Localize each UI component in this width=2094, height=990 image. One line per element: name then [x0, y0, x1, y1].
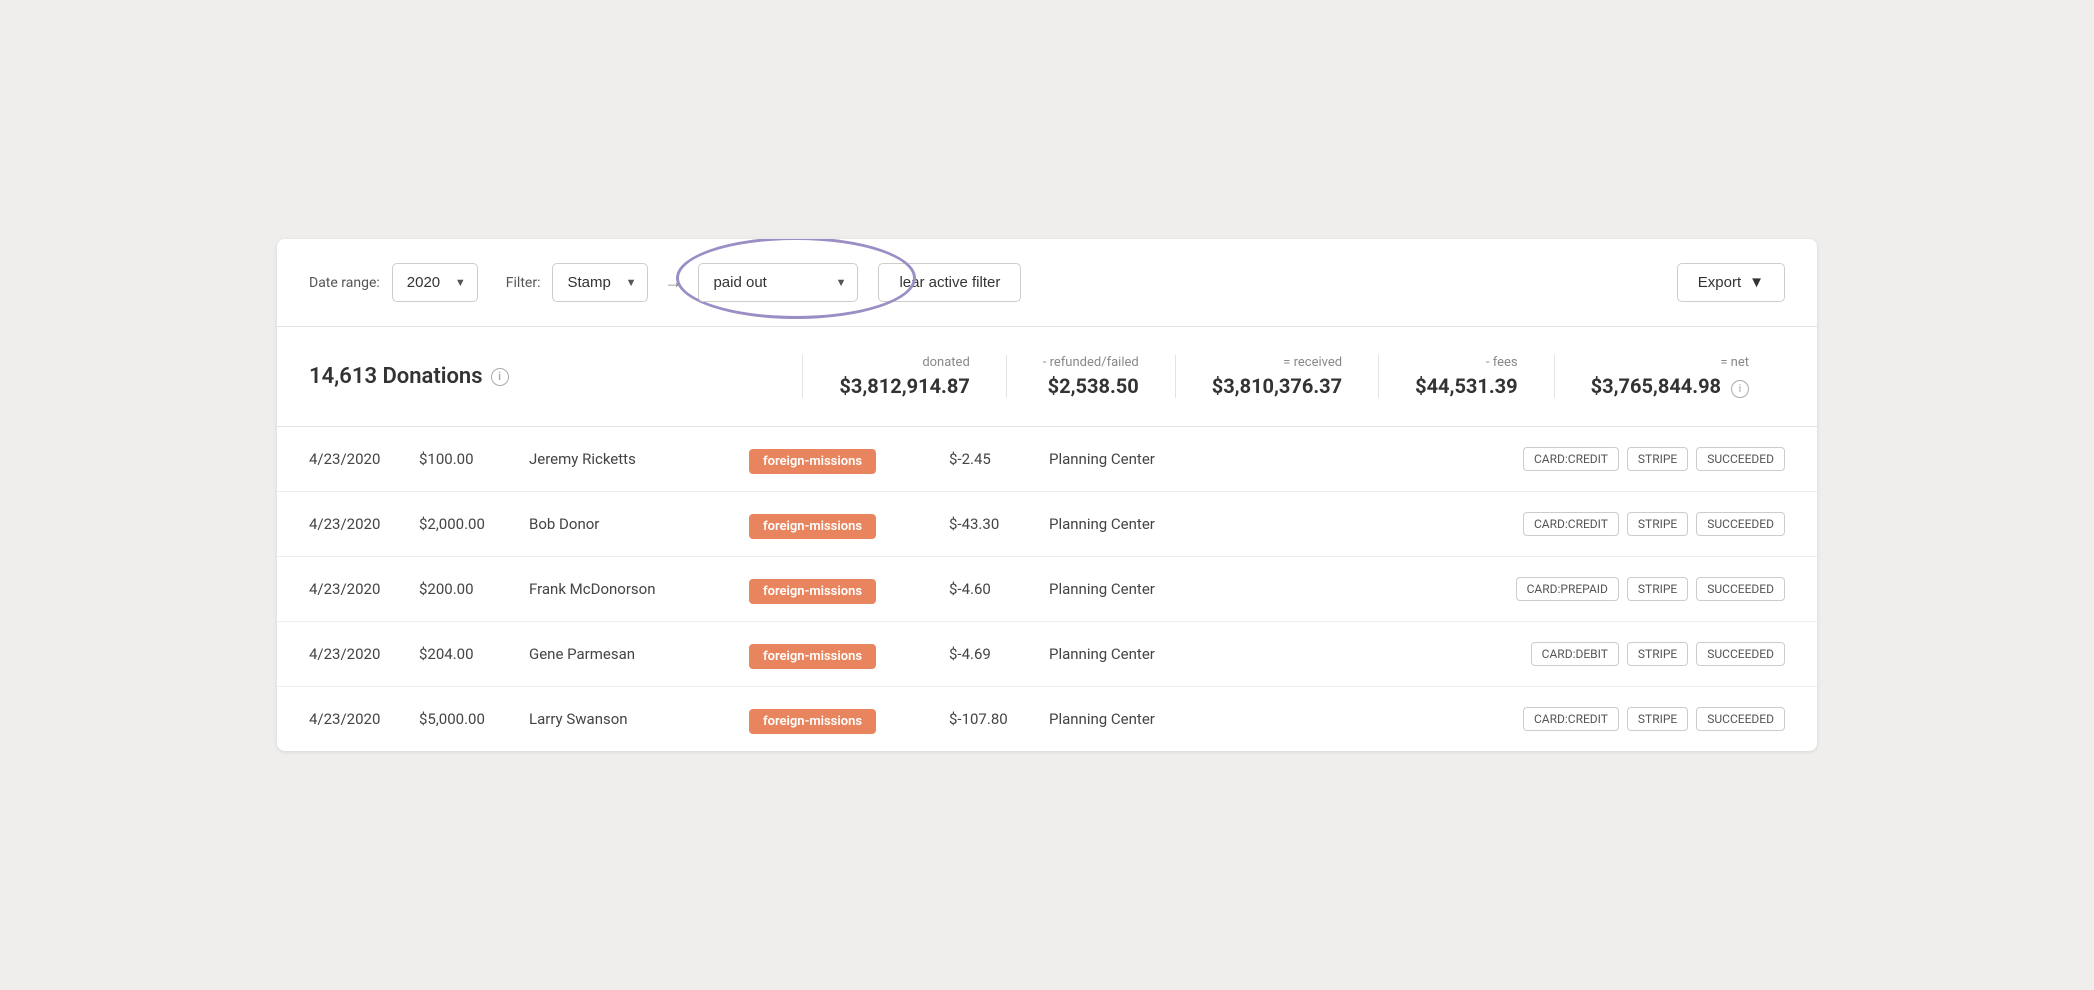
row-fund: foreign-missions	[749, 450, 949, 469]
row-source: Planning Center	[1049, 710, 1229, 728]
table-row[interactable]: 4/23/2020 $100.00 Jeremy Ricketts foreig…	[277, 427, 1817, 492]
refunded-value: $2,538.50	[1048, 374, 1139, 398]
row-date: 4/23/2020	[309, 580, 419, 598]
row-date: 4/23/2020	[309, 710, 419, 728]
net-label: = net	[1591, 355, 1749, 370]
row-tags: CARD:CREDIT STRIPE SUCCEEDED	[1229, 707, 1785, 731]
row-amount: $2,000.00	[419, 515, 529, 533]
row-source: Planning Center	[1049, 645, 1229, 663]
date-range-label: Date range:	[309, 275, 380, 291]
row-fee: $-4.69	[949, 645, 1049, 663]
tag-badge: STRIPE	[1627, 642, 1688, 666]
filter-field-select[interactable]: Stamp Date Fund	[552, 263, 648, 302]
row-name: Jeremy Ricketts	[529, 450, 749, 468]
row-source: Planning Center	[1049, 515, 1229, 533]
row-amount: $204.00	[419, 645, 529, 663]
net-value: $3,765,844.98	[1591, 374, 1721, 398]
donated-value: $3,812,914.87	[839, 374, 969, 398]
table-row[interactable]: 4/23/2020 $5,000.00 Larry Swanson foreig…	[277, 687, 1817, 751]
row-tags: CARD:CREDIT STRIPE SUCCEEDED	[1229, 447, 1785, 471]
row-source: Planning Center	[1049, 450, 1229, 468]
row-fund: foreign-missions	[749, 645, 949, 664]
tag-badge: STRIPE	[1627, 512, 1688, 536]
filter-value-select[interactable]: paid out pending failed	[698, 263, 858, 302]
row-amount: $100.00	[419, 450, 529, 468]
summary-info-icon[interactable]: i	[491, 368, 509, 386]
fees-metric: - fees $44,531.39	[1378, 355, 1554, 398]
tag-badge: SUCCEEDED	[1696, 707, 1785, 731]
net-info-icon[interactable]: i	[1731, 380, 1749, 398]
main-card: Date range: 2020 2019 2021 ▼ Filter: Sta…	[277, 239, 1817, 751]
row-fee: $-4.60	[949, 580, 1049, 598]
row-fund: foreign-missions	[749, 580, 949, 599]
export-label: Export	[1698, 274, 1741, 291]
fund-badge: foreign-missions	[749, 514, 876, 539]
fees-value: $44,531.39	[1415, 374, 1518, 398]
fund-badge: foreign-missions	[749, 644, 876, 669]
filter-arrow-icon: →	[660, 272, 686, 293]
received-metric: = received $3,810,376.37	[1175, 355, 1378, 398]
tag-badge: SUCCEEDED	[1696, 577, 1785, 601]
tag-badge: CARD:PREPAID	[1516, 577, 1619, 601]
donated-metric: donated $3,812,914.87	[802, 355, 1005, 398]
tag-badge: CARD:DEBIT	[1531, 642, 1619, 666]
row-fee: $-43.30	[949, 515, 1049, 533]
row-tags: CARD:CREDIT STRIPE SUCCEEDED	[1229, 512, 1785, 536]
row-amount: $5,000.00	[419, 710, 529, 728]
received-value: $3,810,376.37	[1212, 374, 1342, 398]
filter-value-wrapper: paid out pending failed ▼	[698, 263, 858, 302]
tag-badge: CARD:CREDIT	[1523, 447, 1619, 471]
fund-badge: foreign-missions	[749, 709, 876, 734]
filter-value-area: paid out pending failed ▼	[698, 263, 858, 302]
received-label: = received	[1212, 355, 1342, 370]
export-button[interactable]: Export ▼	[1677, 263, 1785, 302]
row-fee: $-107.80	[949, 710, 1049, 728]
row-amount: $200.00	[419, 580, 529, 598]
row-name: Frank McDonorson	[529, 580, 749, 598]
tag-badge: SUCCEEDED	[1696, 642, 1785, 666]
date-range-select[interactable]: 2020 2019 2021	[392, 263, 478, 302]
net-metric: = net $3,765,844.98 i	[1554, 355, 1785, 398]
row-fee: $-2.45	[949, 450, 1049, 468]
row-date: 4/23/2020	[309, 645, 419, 663]
donated-label: donated	[839, 355, 969, 370]
tag-badge: STRIPE	[1627, 447, 1688, 471]
export-arrow-icon: ▼	[1749, 274, 1764, 291]
row-name: Bob Donor	[529, 515, 749, 533]
table-row[interactable]: 4/23/2020 $204.00 Gene Parmesan foreign-…	[277, 622, 1817, 687]
clear-filter-button[interactable]: lear active filter	[878, 263, 1021, 302]
row-date: 4/23/2020	[309, 450, 419, 468]
filter-field-wrapper: Stamp Date Fund ▼	[552, 263, 648, 302]
table-row[interactable]: 4/23/2020 $2,000.00 Bob Donor foreign-mi…	[277, 492, 1817, 557]
table-row[interactable]: 4/23/2020 $200.00 Frank McDonorson forei…	[277, 557, 1817, 622]
tag-badge: SUCCEEDED	[1696, 447, 1785, 471]
refunded-label: - refunded/failed	[1043, 355, 1139, 370]
row-name: Gene Parmesan	[529, 645, 749, 663]
summary-title: 14,613 Donations i	[309, 364, 802, 389]
donations-table: 4/23/2020 $100.00 Jeremy Ricketts foreig…	[277, 427, 1817, 751]
row-date: 4/23/2020	[309, 515, 419, 533]
row-tags: CARD:DEBIT STRIPE SUCCEEDED	[1229, 642, 1785, 666]
tag-badge: CARD:CREDIT	[1523, 512, 1619, 536]
summary-metrics: donated $3,812,914.87 - refunded/failed …	[802, 355, 1785, 398]
refunded-metric: - refunded/failed $2,538.50	[1006, 355, 1175, 398]
tag-badge: CARD:CREDIT	[1523, 707, 1619, 731]
summary-row: 14,613 Donations i donated $3,812,914.87…	[277, 327, 1817, 427]
tag-badge: STRIPE	[1627, 707, 1688, 731]
fund-badge: foreign-missions	[749, 579, 876, 604]
fund-badge: foreign-missions	[749, 449, 876, 474]
row-name: Larry Swanson	[529, 710, 749, 728]
row-tags: CARD:PREPAID STRIPE SUCCEEDED	[1229, 577, 1785, 601]
fees-label: - fees	[1415, 355, 1518, 370]
row-fund: foreign-missions	[749, 515, 949, 534]
date-range-wrapper: 2020 2019 2021 ▼	[392, 263, 478, 302]
filter-label: Filter:	[506, 275, 541, 291]
toolbar: Date range: 2020 2019 2021 ▼ Filter: Sta…	[277, 239, 1817, 327]
row-source: Planning Center	[1049, 580, 1229, 598]
row-fund: foreign-missions	[749, 710, 949, 729]
tag-badge: SUCCEEDED	[1696, 512, 1785, 536]
toolbar-left: Date range: 2020 2019 2021 ▼ Filter: Sta…	[309, 263, 1677, 302]
tag-badge: STRIPE	[1627, 577, 1688, 601]
